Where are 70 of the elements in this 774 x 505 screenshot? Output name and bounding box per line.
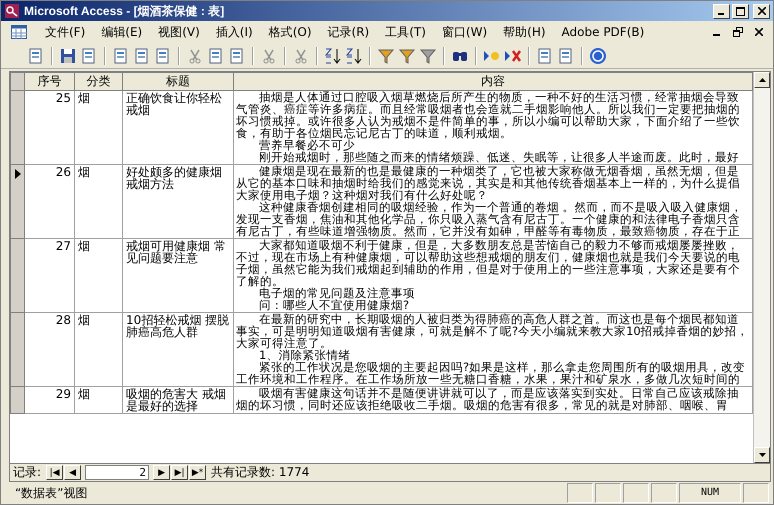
- menu-item[interactable]: 视图(V): [150, 24, 208, 40]
- nav-button[interactable]: |◀: [46, 465, 64, 480]
- table-cell: 健康烟是现在最新的也是最健康的一种烟类了，它也被大家称做无烟香烟，虽然无烟，但是 从它的基本口味和抽烟时给我们的感觉来说，其实是和其他传统香烟基本上一样的，为什么提倡 大家使用电子烟？这种烟对我们有什么好处呢？ 这种健康香烟创建相同的吸烟经验，作为一个普通的卷烟 。然而，而不是吸入吸入健康烟， 发现一支香烟，焦油和其他化学品，你只吸入蒸气含有尼古丁。一个健康的和法律电子香烟只含 有尼古丁，有些味道增强物质。然而，它并没有如砷，甲醛等有毒物质，最致癌物质，存在于正: [234, 164, 752, 238]
- table-cell: 正确饮食让你轻松戒烟: [122, 90, 234, 164]
- menu-item[interactable]: 工具(T): [377, 24, 434, 40]
- status-pane: [651, 483, 677, 503]
- nav-button[interactable]: ▶|: [171, 465, 188, 480]
- status-pane: [595, 483, 621, 503]
- help-icon[interactable]: [589, 46, 607, 64]
- menu-item[interactable]: 记录(R): [320, 24, 378, 40]
- table-cell: 26: [24, 164, 74, 238]
- nav-button[interactable]: ▶: [153, 465, 170, 480]
- table-cell: 戒烟可用健康烟 常见问题要注意: [122, 238, 234, 312]
- column-header[interactable]: 序号: [24, 72, 74, 90]
- apply-filter-icon[interactable]: [419, 46, 437, 64]
- maximize-button[interactable]: [732, 4, 749, 18]
- record-count: 共有记录数: 1774: [211, 464, 310, 481]
- menu-item[interactable]: 编辑(E): [93, 24, 150, 40]
- sort-descending-icon[interactable]: [345, 46, 363, 64]
- table-cell: 吸烟的危害大 戒烟是最好的选择: [122, 386, 234, 414]
- table-icon[interactable]: [11, 25, 27, 39]
- vertical-scrollbar[interactable]: [753, 72, 770, 463]
- menu-item[interactable]: 窗口(W): [434, 24, 496, 40]
- num-lock-indicator: NUM: [679, 483, 741, 503]
- table-cell: 好处颇多的健康烟戒烟方法: [122, 164, 234, 238]
- menu-item[interactable]: 文件(F): [37, 24, 94, 40]
- status-pane: [743, 483, 769, 503]
- scroll-up-icon[interactable]: [758, 78, 766, 82]
- close-button[interactable]: [753, 4, 770, 18]
- table-cell: 在最新的研究中，长期吸烟的人被归类为得肺癌的高危人群之首。而这也是每个烟民都知道 事实，可是明明知道吸烟有害健康，可就是解不了呢?今天小编就来教大家10招戒掉香烟的妙招， 大家可得注意了。 1、消除紧张情绪 紧张的工作状况是您吸烟的主要起因吗?如果是这样，那么拿走您周围所有的吸烟用具，改变 工作环境和工作程序。在工作场所放一些无糖口香糖，水果，果汁和矿泉水，多做几次短时间的: [234, 312, 752, 386]
- record-number-field[interactable]: 2: [85, 465, 150, 480]
- current-record-icon: [14, 169, 20, 179]
- record-label: 记录:: [13, 464, 42, 481]
- window-title: Microsoft Access - [烟酒茶保健 : 表]: [24, 2, 224, 20]
- table-cell: 10招轻松戒烟 摆脱肺癌高危人群: [122, 312, 234, 386]
- column-header[interactable]: 分类: [74, 72, 122, 90]
- table-cell: 烟: [74, 90, 122, 164]
- table-cell: 大家都知道吸烟不利于健康，但是，大多数朋友总是苦恼自己的毅力不够而戒烟屡屡挫败， 不过，现在市场上有种健康烟，可以帮助这些想戒烟的朋友们，健康烟也就是我们今天要说的电 子烟，虽然它能为我们戒烟起到辅助的作用，但是对于使用上的一些注意事项，大家还是要有个 了解的。 电子烟的常见问题及注意事项 问：哪些人不宜使用健康烟?: [234, 238, 752, 312]
- close-icon[interactable]: [755, 28, 763, 36]
- menu-item[interactable]: Adobe PDF(B): [554, 25, 652, 39]
- filter-form-icon[interactable]: [398, 46, 416, 64]
- table-cell: 28: [24, 312, 74, 386]
- table-cell: 抽烟是人体通过口腔吸入烟草燃烧后所产生的物质，一种不好的生活习惯，经常抽烟会导致 气管炎、癌症等许多病症。而且经常吸烟者也会造就二手烟影响他人。所以我们一定要把抽烟的 坏习惯戒掉。或许很多人认为戒烟不是件简单的事，所以小编可以帮助大家，下面介绍了一些饮 食，有助于各位烟民忘记尼古丁的味道，顺利戒烟。 营养早餐必不可少 刚开始戒烟时，那些随之而来的情绪烦躁、低迷、失眠等，让很多人半途而废。此时，最好: [234, 90, 752, 164]
- menu-item[interactable]: 帮助(H): [495, 24, 554, 40]
- status-pane: [623, 483, 649, 503]
- save-icon[interactable]: [59, 46, 77, 64]
- row-selector[interactable]: [10, 164, 24, 238]
- restore-icon[interactable]: [733, 27, 743, 37]
- menu-item[interactable]: 格式(O): [260, 24, 320, 40]
- table-cell: 25: [24, 90, 74, 164]
- table-cell: 烟: [74, 386, 122, 414]
- filter-selection-icon[interactable]: [377, 46, 395, 64]
- table-cell: 29: [24, 386, 74, 414]
- table-cell: 烟: [74, 238, 122, 312]
- table-cell: 烟: [74, 312, 122, 386]
- sort-ascending-icon[interactable]: [324, 46, 342, 64]
- maximize-icon: [736, 6, 745, 16]
- column-header[interactable]: 标题: [122, 72, 234, 90]
- scroll-down-icon[interactable]: [758, 453, 766, 457]
- minimize-button[interactable]: [713, 4, 730, 18]
- column-header[interactable]: 内容: [234, 72, 752, 90]
- nav-button[interactable]: ◀: [64, 465, 82, 480]
- status-pane: [567, 483, 593, 503]
- close-icon: [758, 7, 766, 15]
- table-cell: 27: [24, 238, 74, 312]
- table-cell: 吸烟有害健康这句话并不是随便讲讲就可以了，而是应该落实到实处。日常自己应该戒除抽 烟的坏习惯，同时还应该拒绝吸收二手烟。吸烟的危害有很多，常见的就是对肺部、咽喉、胃: [234, 386, 752, 414]
- view-status: “数据表”视图: [14, 484, 88, 502]
- menu-item[interactable]: 插入(I): [208, 24, 261, 40]
- table-cell: 烟: [74, 164, 122, 238]
- nav-button[interactable]: ▶*: [189, 465, 206, 480]
